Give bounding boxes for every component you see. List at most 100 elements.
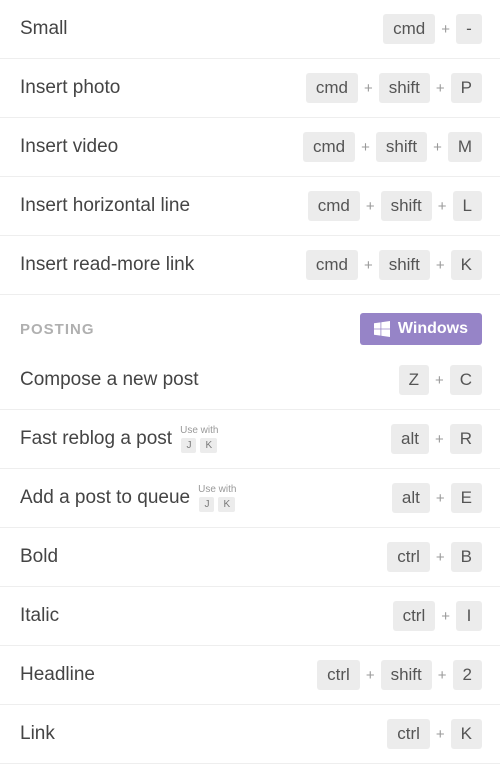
key: alt xyxy=(392,483,430,513)
key: M xyxy=(448,132,482,162)
use-with-hint: Use with JK xyxy=(198,484,236,512)
key: Z xyxy=(399,365,429,395)
key-combo: ctrl + I xyxy=(393,601,482,631)
key: ctrl xyxy=(387,719,430,749)
key-combo: cmd+- xyxy=(383,14,482,44)
shortcut-label-text: Insert horizontal line xyxy=(20,195,190,217)
key: ctrl xyxy=(317,660,360,690)
shortcut-label-text: Bold xyxy=(20,546,58,568)
plus-separator: + xyxy=(436,490,445,507)
shortcut-label-text: Italic xyxy=(20,605,59,627)
plus-separator: + xyxy=(436,549,445,566)
shortcut-label: Link xyxy=(20,723,55,745)
key: cmd xyxy=(306,73,358,103)
plus-separator: + xyxy=(436,257,445,274)
key: L xyxy=(453,191,482,221)
os-label: Windows xyxy=(398,320,468,338)
shortcut-label-text: Link xyxy=(20,723,55,745)
key: shift xyxy=(376,132,427,162)
plus-separator: + xyxy=(441,21,450,38)
key-combo: Z + C xyxy=(399,365,482,395)
key: 2 xyxy=(453,660,482,690)
plus-separator: + xyxy=(364,257,373,274)
plus-separator: + xyxy=(366,667,375,684)
key: cmd xyxy=(306,250,358,280)
key: shift xyxy=(379,73,430,103)
key: ctrl xyxy=(387,542,430,572)
key: E xyxy=(451,483,482,513)
key-combo: alt + E xyxy=(392,483,482,513)
shortcut-label-text: Insert video xyxy=(20,136,118,158)
plus-separator: + xyxy=(438,667,447,684)
key: R xyxy=(450,424,482,454)
plus-separator: + xyxy=(361,139,370,156)
shortcut-label: Fast reblog a post Use with JK xyxy=(20,425,218,453)
shortcut-row: Headlinectrl+shift+2 xyxy=(0,646,500,705)
mini-key: K xyxy=(218,497,235,512)
key-combo: cmd + shift + M xyxy=(303,132,482,162)
key: shift xyxy=(379,250,430,280)
shortcut-row: Insert read-more link cmd + shift + K xyxy=(0,236,500,295)
shortcut-row: Bold ctrl + B xyxy=(0,528,500,587)
mini-key: J xyxy=(181,438,196,453)
shortcut-label-text: Insert read-more link xyxy=(20,254,194,276)
shortcut-label: Insert photo xyxy=(20,77,120,99)
os-toggle-windows[interactable]: Windows xyxy=(360,313,482,345)
shortcut-row: Fast reblog a post Use with JKalt + R xyxy=(0,410,500,469)
key-combo: ctrl + K xyxy=(387,719,482,749)
key: cmd xyxy=(383,14,435,44)
shortcut-label: Compose a new post xyxy=(20,369,199,391)
key: B xyxy=(451,542,482,572)
mini-key: K xyxy=(200,438,217,453)
section-title: POSTING xyxy=(20,321,95,338)
key: shift xyxy=(381,191,432,221)
shortcut-label: Headline xyxy=(20,664,95,686)
shortcut-row: Italic ctrl + I xyxy=(0,587,500,646)
key: K xyxy=(451,719,482,749)
use-with-label: Use with xyxy=(180,425,218,436)
key-combo: ctrl + B xyxy=(387,542,482,572)
plus-separator: + xyxy=(436,726,445,743)
key-combo: cmd+shift+L xyxy=(308,191,482,221)
key: K xyxy=(451,250,482,280)
shortcut-label: Small xyxy=(20,18,68,40)
windows-icon xyxy=(374,321,390,337)
key: cmd xyxy=(303,132,355,162)
plus-separator: + xyxy=(436,80,445,97)
shortcut-row: Link ctrl + K xyxy=(0,705,500,764)
shortcut-label-text: Insert photo xyxy=(20,77,120,99)
use-with-label: Use with xyxy=(198,484,236,495)
shortcut-label: Add a post to queueUse withJK xyxy=(20,484,236,512)
plus-separator: + xyxy=(438,198,447,215)
shortcut-label: Bold xyxy=(20,546,58,568)
use-with-keys: JK xyxy=(199,497,235,512)
shortcut-row: Insert video cmd + shift + M xyxy=(0,118,500,177)
shortcut-label: Insert video xyxy=(20,136,118,158)
shortcut-label: Italic xyxy=(20,605,59,627)
key-combo: ctrl+shift+2 xyxy=(317,660,482,690)
plus-separator: + xyxy=(435,431,444,448)
plus-separator: + xyxy=(364,80,373,97)
key: alt xyxy=(391,424,429,454)
shortcut-row: Smallcmd+- xyxy=(0,0,500,59)
plus-separator: + xyxy=(435,372,444,389)
shortcut-row: Insert photo cmd + shift + P xyxy=(0,59,500,118)
key-combo: cmd + shift + P xyxy=(306,73,482,103)
key: ctrl xyxy=(393,601,436,631)
shortcut-label-text: Headline xyxy=(20,664,95,686)
shortcut-label-text: Small xyxy=(20,18,68,40)
key: C xyxy=(450,365,482,395)
key-combo: cmd + shift + K xyxy=(306,250,482,280)
key: P xyxy=(451,73,482,103)
shortcut-label-text: Fast reblog a post xyxy=(20,428,172,450)
key: cmd xyxy=(308,191,360,221)
shortcut-row: Add a post to queueUse withJKalt+E xyxy=(0,469,500,528)
section-header: POSTING Windows xyxy=(0,295,500,351)
plus-separator: + xyxy=(441,608,450,625)
plus-separator: + xyxy=(433,139,442,156)
mini-key: J xyxy=(199,497,214,512)
key: I xyxy=(456,601,482,631)
key-combo: alt + R xyxy=(391,424,482,454)
use-with-hint: Use with JK xyxy=(180,425,218,453)
shortcut-row: Compose a new post Z + C xyxy=(0,351,500,410)
